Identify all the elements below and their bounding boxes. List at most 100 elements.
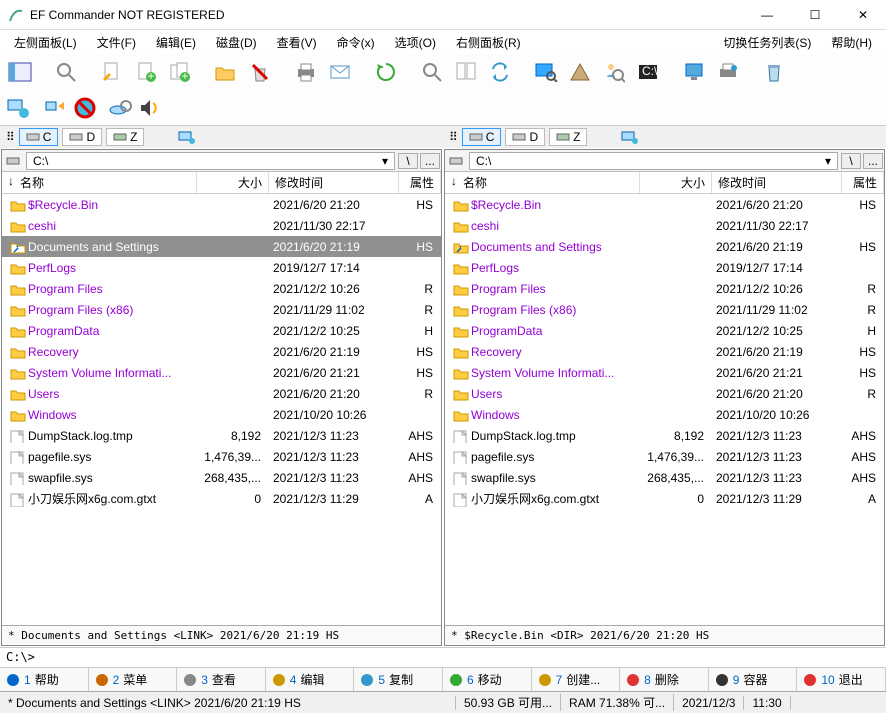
- menu-tasklist[interactable]: 切换任务列表(S): [713, 32, 821, 53]
- col-size[interactable]: 大小: [640, 172, 712, 193]
- maximize-button[interactable]: ☐: [800, 8, 830, 22]
- file-row[interactable]: Recovery2021/6/20 21:19HS: [2, 341, 441, 362]
- file-row[interactable]: Users2021/6/20 21:20R: [445, 383, 884, 404]
- tb-find-icon[interactable]: [418, 58, 446, 86]
- right-path-up[interactable]: ...: [863, 153, 883, 169]
- left-path-root[interactable]: \: [398, 153, 418, 169]
- menu-options[interactable]: 选项(O): [385, 32, 446, 53]
- drive-left-net[interactable]: [172, 129, 202, 145]
- file-row[interactable]: Recovery2021/6/20 21:19HS: [445, 341, 884, 362]
- col-size[interactable]: 大小: [197, 172, 269, 193]
- close-button[interactable]: ✕: [848, 8, 878, 22]
- tb-new-icon[interactable]: +: [132, 58, 160, 86]
- drive-left-d[interactable]: D: [62, 128, 102, 146]
- file-row[interactable]: PerfLogs2019/12/7 17:14: [445, 257, 884, 278]
- tb-edit-icon[interactable]: [98, 58, 126, 86]
- tb-folder-open-icon[interactable]: [212, 58, 240, 86]
- menu-view[interactable]: 查看(V): [267, 32, 327, 53]
- fnkey-f3[interactable]: 3 查看: [177, 668, 266, 691]
- drive-right-net[interactable]: [615, 129, 645, 145]
- fnkey-f2[interactable]: 2 菜单: [89, 668, 178, 691]
- file-row[interactable]: Program Files (x86)2021/11/29 11:02R: [445, 299, 884, 320]
- drive-left-c[interactable]: C: [19, 128, 59, 146]
- col-name[interactable]: 名称: [20, 174, 44, 191]
- file-row[interactable]: swapfile.sys268,435,...2021/12/3 11:23AH…: [445, 467, 884, 488]
- right-filelist[interactable]: $Recycle.Bin2021/6/20 21:20HSceshi2021/1…: [445, 194, 884, 625]
- file-row[interactable]: Documents and Settings2021/6/20 21:19HS: [2, 236, 441, 257]
- left-path-up[interactable]: ...: [420, 153, 440, 169]
- fnkey-f8[interactable]: 8 删除: [620, 668, 709, 691]
- tb-screen-search-icon[interactable]: [532, 58, 560, 86]
- tb-search-icon[interactable]: [52, 58, 80, 86]
- file-row[interactable]: 小刀娱乐网x6g.com.gtxt02021/12/3 11:29A: [2, 488, 441, 509]
- tb-compare-icon[interactable]: [452, 58, 480, 86]
- file-row[interactable]: System Volume Informati...2021/6/20 21:2…: [2, 362, 441, 383]
- menu-file[interactable]: 文件(F): [87, 32, 146, 53]
- file-row[interactable]: Program Files (x86)2021/11/29 11:02R: [2, 299, 441, 320]
- tb-copy-icon[interactable]: +: [166, 58, 194, 86]
- tb-monitor-icon[interactable]: [680, 58, 708, 86]
- file-row[interactable]: System Volume Informati...2021/6/20 21:2…: [445, 362, 884, 383]
- tb-printer2-icon[interactable]: [714, 58, 742, 86]
- file-row[interactable]: Documents and Settings2021/6/20 21:19HS: [445, 236, 884, 257]
- tb-terminal-icon[interactable]: C:\: [634, 58, 662, 86]
- fnkey-f6[interactable]: 6 移动: [443, 668, 532, 691]
- fnkey-f9[interactable]: 9 容器: [709, 668, 798, 691]
- tb2-disk-find-icon[interactable]: [108, 98, 132, 118]
- file-row[interactable]: DumpStack.log.tmp8,1922021/12/3 11:23AHS: [445, 425, 884, 446]
- tb-refresh-icon[interactable]: [372, 58, 400, 86]
- right-path-combo[interactable]: C:\▾: [469, 152, 838, 170]
- file-row[interactable]: DumpStack.log.tmp8,1922021/12/3 11:23AHS: [2, 425, 441, 446]
- file-row[interactable]: ceshi2021/11/30 22:17: [2, 215, 441, 236]
- tb2-speaker-icon[interactable]: [138, 97, 160, 119]
- fnkey-f5[interactable]: 5 复制: [354, 668, 443, 691]
- file-row[interactable]: $Recycle.Bin2021/6/20 21:20HS: [2, 194, 441, 215]
- drive-right-z[interactable]: Z: [549, 128, 587, 146]
- right-path-root[interactable]: \: [841, 153, 861, 169]
- menu-cmd[interactable]: 命令(x): [327, 32, 385, 53]
- tb-thumb-icon[interactable]: [6, 58, 34, 86]
- file-row[interactable]: ceshi2021/11/30 22:17: [445, 215, 884, 236]
- tb-mail-icon[interactable]: [326, 58, 354, 86]
- tb-trash-icon[interactable]: [760, 58, 788, 86]
- col-attr[interactable]: 属性: [399, 172, 441, 193]
- drive-right-d[interactable]: D: [505, 128, 545, 146]
- file-row[interactable]: pagefile.sys1,476,39...2021/12/3 11:23AH…: [445, 446, 884, 467]
- fnkey-f4[interactable]: 4 编辑: [266, 668, 355, 691]
- tb-sync-icon[interactable]: [486, 58, 514, 86]
- file-row[interactable]: 小刀娱乐网x6g.com.gtxt02021/12/3 11:29A: [445, 488, 884, 509]
- tb2-connect-icon[interactable]: [44, 97, 68, 119]
- fnkey-f7[interactable]: 7 创建...: [532, 668, 621, 691]
- menu-edit[interactable]: 编辑(E): [146, 32, 206, 53]
- file-row[interactable]: ProgramData2021/12/2 10:25H: [445, 320, 884, 341]
- file-row[interactable]: ProgramData2021/12/2 10:25H: [2, 320, 441, 341]
- tb2-netdrive-icon[interactable]: [6, 97, 32, 119]
- file-row[interactable]: PerfLogs2019/12/7 17:14: [2, 257, 441, 278]
- tb-delete-icon[interactable]: [246, 58, 274, 86]
- col-name[interactable]: 名称: [463, 174, 487, 191]
- col-attr[interactable]: 属性: [842, 172, 884, 193]
- menu-left-panel[interactable]: 左侧面板(L): [4, 32, 87, 53]
- file-row[interactable]: $Recycle.Bin2021/6/20 21:20HS: [445, 194, 884, 215]
- file-row[interactable]: Program Files2021/12/2 10:26R: [2, 278, 441, 299]
- file-row[interactable]: Windows2021/10/20 10:26: [2, 404, 441, 425]
- fnkey-f10[interactable]: 10 退出: [797, 668, 886, 691]
- left-path-combo[interactable]: C:\▾: [26, 152, 395, 170]
- col-date[interactable]: 修改时间: [269, 172, 399, 193]
- file-row[interactable]: Windows2021/10/20 10:26: [445, 404, 884, 425]
- left-filelist[interactable]: $Recycle.Bin2021/6/20 21:20HSceshi2021/1…: [2, 194, 441, 625]
- tb-zoom-user-icon[interactable]: [600, 58, 628, 86]
- file-row[interactable]: Users2021/6/20 21:20R: [2, 383, 441, 404]
- path-drive-icon[interactable]: [2, 156, 24, 166]
- file-row[interactable]: swapfile.sys268,435,...2021/12/3 11:23AH…: [2, 467, 441, 488]
- file-row[interactable]: pagefile.sys1,476,39...2021/12/3 11:23AH…: [2, 446, 441, 467]
- tb-pyramid-icon[interactable]: [566, 58, 594, 86]
- col-date[interactable]: 修改时间: [712, 172, 842, 193]
- cmdline[interactable]: C:\>: [0, 647, 886, 667]
- drive-left-z[interactable]: Z: [106, 128, 144, 146]
- minimize-button[interactable]: —: [752, 8, 782, 22]
- tb-print-icon[interactable]: [292, 58, 320, 86]
- menu-help[interactable]: 帮助(H): [821, 32, 882, 53]
- path-drive-icon[interactable]: [445, 156, 467, 166]
- menu-right-panel[interactable]: 右侧面板(R): [446, 32, 531, 53]
